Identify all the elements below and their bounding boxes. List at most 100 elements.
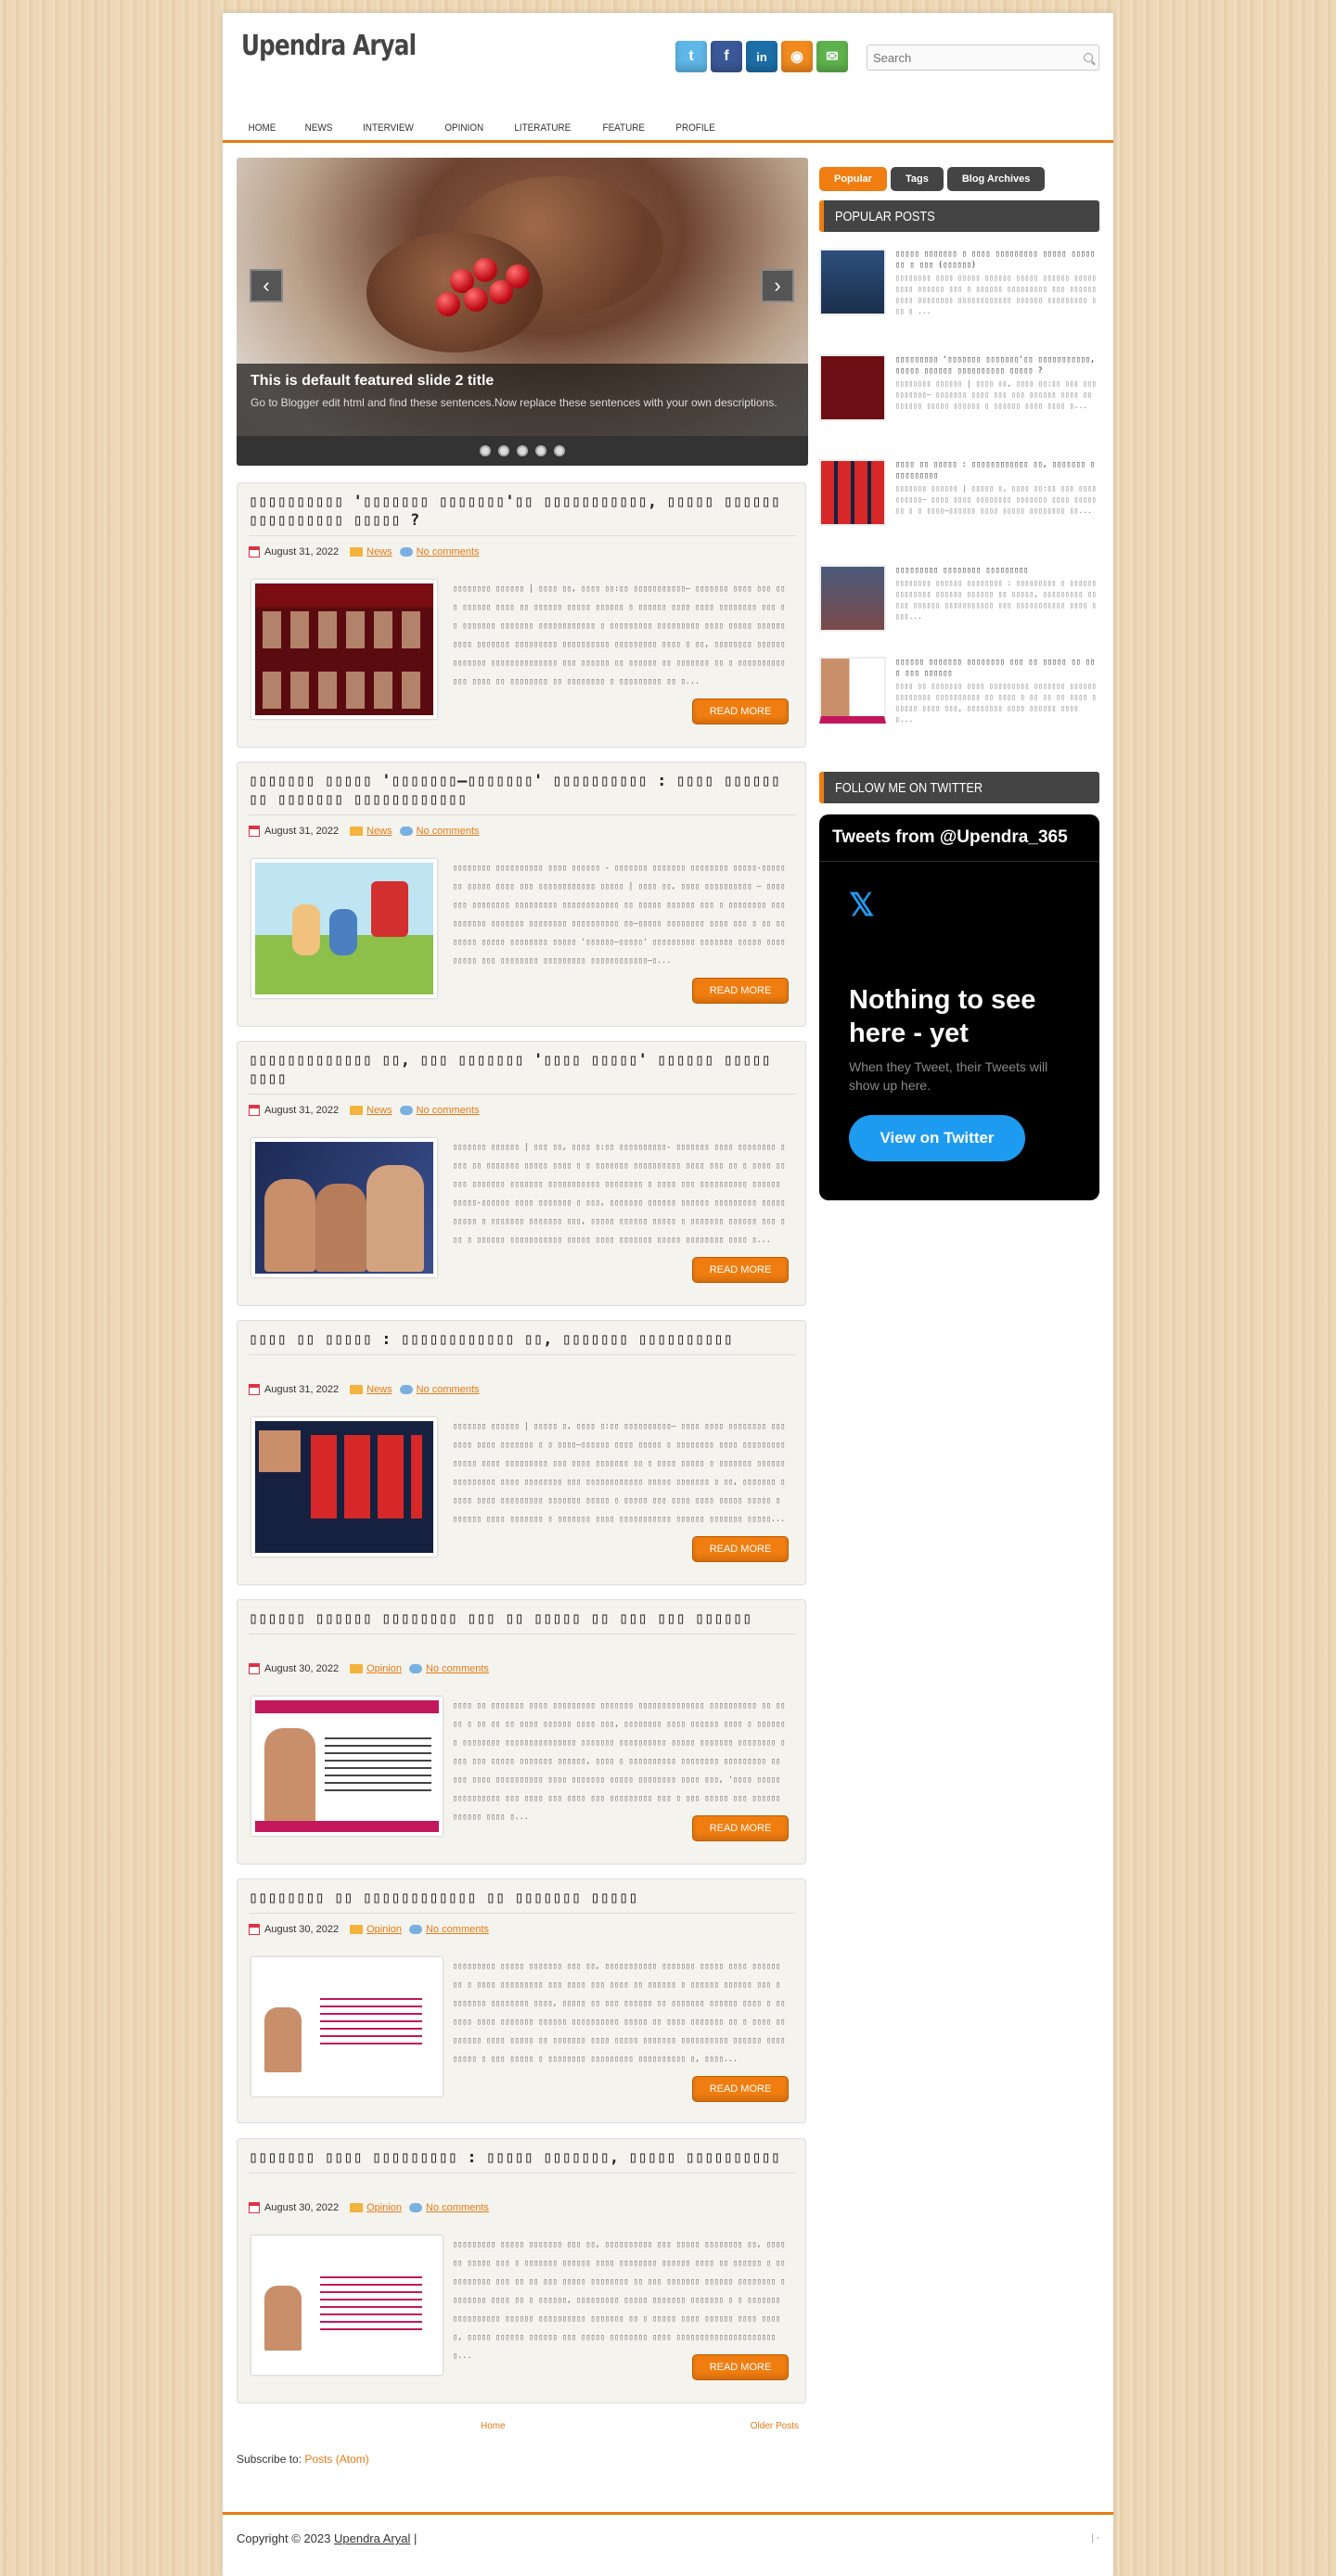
post-label-link[interactable]: Opinion <box>366 2202 402 2213</box>
slide-next-button[interactable]: › <box>761 269 794 302</box>
read-more-button[interactable]: READ MORE <box>692 2354 789 2380</box>
search-icon[interactable] <box>1084 53 1093 62</box>
slide-dot[interactable] <box>535 445 546 456</box>
slide-dot[interactable] <box>480 445 491 456</box>
nav-item-profile[interactable]: PROFILE <box>663 115 726 140</box>
thumbnail-portrait <box>264 2286 302 2351</box>
tab-popular[interactable]: Popular <box>819 167 887 191</box>
read-more-button[interactable]: READ MORE <box>692 2076 789 2102</box>
post-title[interactable]: ▯▯▯▯▯▯▯▯▯▯▯▯▯ ▯▯, ▯▯▯ ▯▯▯▯▯▯▯ '▯▯▯▯ ▯▯▯▯… <box>249 1051 796 1095</box>
popular-post-snippet: ▯▯▯▯▯▯▯ ▯▯▯▯▯▯ | ▯▯▯▯▯ ▯, ▯▯▯▯ ▯▯:▯▯ ▯▯▯… <box>895 484 1097 515</box>
twitter-timeline-header[interactable]: Tweets from @Upendra_365 <box>819 814 1099 862</box>
post-card: ▯▯▯▯▯▯▯ ▯▯▯▯ ▯▯▯▯▯▯▯▯▯ : ▯▯▯▯▯ ▯▯▯▯▯▯▯, … <box>237 2138 806 2403</box>
post-date: August 31, 2022 <box>264 1105 340 1116</box>
linkedin-icon[interactable]: in <box>746 41 777 72</box>
read-more-button[interactable]: READ MORE <box>692 698 789 724</box>
popular-post-title[interactable]: ▯▯▯▯▯▯ ▯▯▯▯▯▯▯ ▯▯▯▯▯▯▯▯ ▯▯▯ ▯▯ ▯▯▯▯▯ ▯▯ … <box>895 657 1099 679</box>
read-more-button[interactable]: READ MORE <box>692 1815 789 1841</box>
folder-icon <box>350 827 364 836</box>
post-thumbnail[interactable] <box>251 859 437 998</box>
post-thumbnail[interactable] <box>251 1417 437 1557</box>
read-more-button[interactable]: READ MORE <box>692 978 789 1004</box>
slide-prev-button[interactable]: ‹ <box>250 269 283 302</box>
older-posts-link[interactable]: Older Posts <box>751 2421 799 2431</box>
post-comments-link[interactable]: No comments <box>426 2202 489 2213</box>
slide-dot[interactable] <box>517 445 528 456</box>
thumbnail-banner <box>255 1700 439 1713</box>
thumbnail-portrait <box>366 1165 424 1272</box>
nav-item-literature[interactable]: LITERATURE <box>503 115 583 140</box>
popular-post-thumbnail[interactable] <box>819 657 886 724</box>
post-thumbnail[interactable] <box>251 1697 443 1836</box>
post-date: August 30, 2022 <box>264 1924 340 1935</box>
post-label-link[interactable]: News <box>366 1384 392 1395</box>
post-meta: August 30, 2022 Opinion No comments <box>249 2202 489 2213</box>
slide-dot[interactable] <box>498 445 509 456</box>
search-input[interactable] <box>867 45 1099 70</box>
post-thumbnail[interactable] <box>251 1957 443 2096</box>
slide-dot[interactable] <box>554 445 565 456</box>
popular-post-thumbnail[interactable] <box>819 565 886 632</box>
post-label-link[interactable]: News <box>366 826 392 837</box>
post-title[interactable]: ▯▯▯▯▯▯▯ ▯▯▯▯ ▯▯▯▯▯▯▯▯▯ : ▯▯▯▯▯ ▯▯▯▯▯▯▯, … <box>249 2148 796 2173</box>
post-thumbnail[interactable] <box>251 2236 443 2375</box>
post-label-link[interactable]: Opinion <box>366 1663 402 1674</box>
popular-post-thumbnail[interactable] <box>819 354 886 421</box>
post-meta: August 31, 2022 News No comments <box>249 546 480 557</box>
footer-credit: | - <box>1091 2533 1099 2544</box>
calendar-icon <box>249 1384 260 1395</box>
main-nav: HOME NEWS INTERVIEW OPINION LITERATURE F… <box>223 115 1113 143</box>
post-thumbnail[interactable] <box>251 580 437 719</box>
header: Upendra Aryal t f in ◉ ✉ <box>223 13 1113 106</box>
popular-post-thumbnail[interactable] <box>819 249 886 315</box>
nav-item-opinion[interactable]: OPINION <box>433 115 495 140</box>
post-label-link[interactable]: News <box>366 546 392 557</box>
post-comments-link[interactable]: No comments <box>426 1663 489 1674</box>
post-label-link[interactable]: Opinion <box>366 1924 402 1935</box>
post-title[interactable]: ▯▯▯▯▯▯▯▯ ▯▯ ▯▯▯▯▯▯▯▯▯▯▯▯ ▯▯ ▯▯▯▯▯▯▯ ▯▯▯▯… <box>249 1889 796 1914</box>
post-comments-link[interactable]: No comments <box>417 826 480 837</box>
view-on-twitter-button[interactable]: View on Twitter <box>849 1115 1025 1161</box>
post-thumbnail[interactable] <box>251 1138 437 1277</box>
nav-item-feature[interactable]: FEATURE <box>591 115 657 140</box>
twitter-icon[interactable]: t <box>675 41 707 72</box>
nav-item-interview[interactable]: INTERVIEW <box>351 115 425 140</box>
copyright: Copyright © 2023 Upendra Aryal | <box>237 2531 417 2545</box>
popular-post-title[interactable]: ▯▯▯▯▯ ▯▯▯▯▯▯▯ ▯ ▯▯▯▯ ▯▯▯▯▯▯▯▯▯ ▯▯▯▯▯ ▯▯▯… <box>895 249 1099 271</box>
email-icon[interactable]: ✉ <box>816 41 848 72</box>
featured-slider: ‹ › This is default featured slide 2 tit… <box>237 158 808 466</box>
popular-post-title[interactable]: ▯▯▯▯ ▯▯ ▯▯▯▯▯ : ▯▯▯▯▯▯▯▯▯▯▯▯ ▯▯, ▯▯▯▯▯▯▯… <box>895 459 1099 481</box>
atom-feed-link[interactable]: Posts (Atom) <box>304 2453 368 2466</box>
post-title[interactable]: ▯▯▯▯▯▯▯ ▯▯▯▯▯ '▯▯▯▯▯▯▯–▯▯▯▯▯▯▯' ▯▯▯▯▯▯▯▯… <box>249 772 796 815</box>
post-comments-link[interactable]: No comments <box>417 546 480 557</box>
owner-link[interactable]: Upendra Aryal <box>334 2531 410 2545</box>
popular-post-thumbnail[interactable] <box>819 459 886 526</box>
folder-icon <box>350 1106 364 1115</box>
nav-item-home[interactable]: HOME <box>237 115 288 140</box>
tab-tags[interactable]: Tags <box>890 167 944 191</box>
read-more-button[interactable]: READ MORE <box>692 1257 789 1283</box>
tab-blog-archives[interactable]: Blog Archives <box>946 167 1046 191</box>
thumbnail-faces <box>263 672 426 709</box>
social-icons: t f in ◉ ✉ <box>675 41 848 72</box>
popular-post-title[interactable]: ▯▯▯▯▯▯▯▯▯ ▯▯▯▯▯▯▯▯ ▯▯▯▯▯▯▯▯▯ <box>895 565 1099 576</box>
post-title[interactable]: ▯▯▯▯▯▯▯▯▯▯ '▯▯▯▯▯▯▯ ▯▯▯▯▯▯▯'▯▯ ▯▯▯▯▯▯▯▯▯… <box>249 493 796 536</box>
post-label-link[interactable]: News <box>366 1105 392 1116</box>
popular-post-title[interactable]: ▯▯▯▯▯▯▯▯▯ '▯▯▯▯▯▯▯ ▯▯▯▯▯▯▯'▯▯ ▯▯▯▯▯▯▯▯▯▯… <box>895 354 1099 377</box>
post-title[interactable]: ▯▯▯▯▯▯ ▯▯▯▯▯▯ ▯▯▯▯▯▯▯▯ ▯▯▯ ▯▯ ▯▯▯▯▯ ▯▯ ▯… <box>249 1609 796 1634</box>
slide-image-part <box>464 288 488 312</box>
comment-icon <box>399 1106 413 1115</box>
site-title[interactable]: Upendra Aryal <box>241 30 417 62</box>
post-card: ▯▯▯▯▯▯▯▯▯▯ '▯▯▯▯▯▯▯ ▯▯▯▯▯▯▯'▯▯ ▯▯▯▯▯▯▯▯▯… <box>237 482 806 748</box>
slide-title[interactable]: This is default featured slide 2 title <box>250 373 794 390</box>
slide-image-part <box>366 232 543 352</box>
post-comments-link[interactable]: No comments <box>426 1924 489 1935</box>
read-more-button[interactable]: READ MORE <box>692 1536 789 1562</box>
post-comments-link[interactable]: No comments <box>417 1105 480 1116</box>
post-title[interactable]: ▯▯▯▯ ▯▯ ▯▯▯▯▯ : ▯▯▯▯▯▯▯▯▯▯▯▯ ▯▯, ▯▯▯▯▯▯▯… <box>249 1330 796 1355</box>
nav-item-news[interactable]: NEWS <box>293 115 344 140</box>
post-comments-link[interactable]: No comments <box>417 1384 480 1395</box>
facebook-icon[interactable]: f <box>711 41 742 72</box>
home-link[interactable]: Home <box>481 2421 506 2431</box>
rss-icon[interactable]: ◉ <box>781 41 813 72</box>
